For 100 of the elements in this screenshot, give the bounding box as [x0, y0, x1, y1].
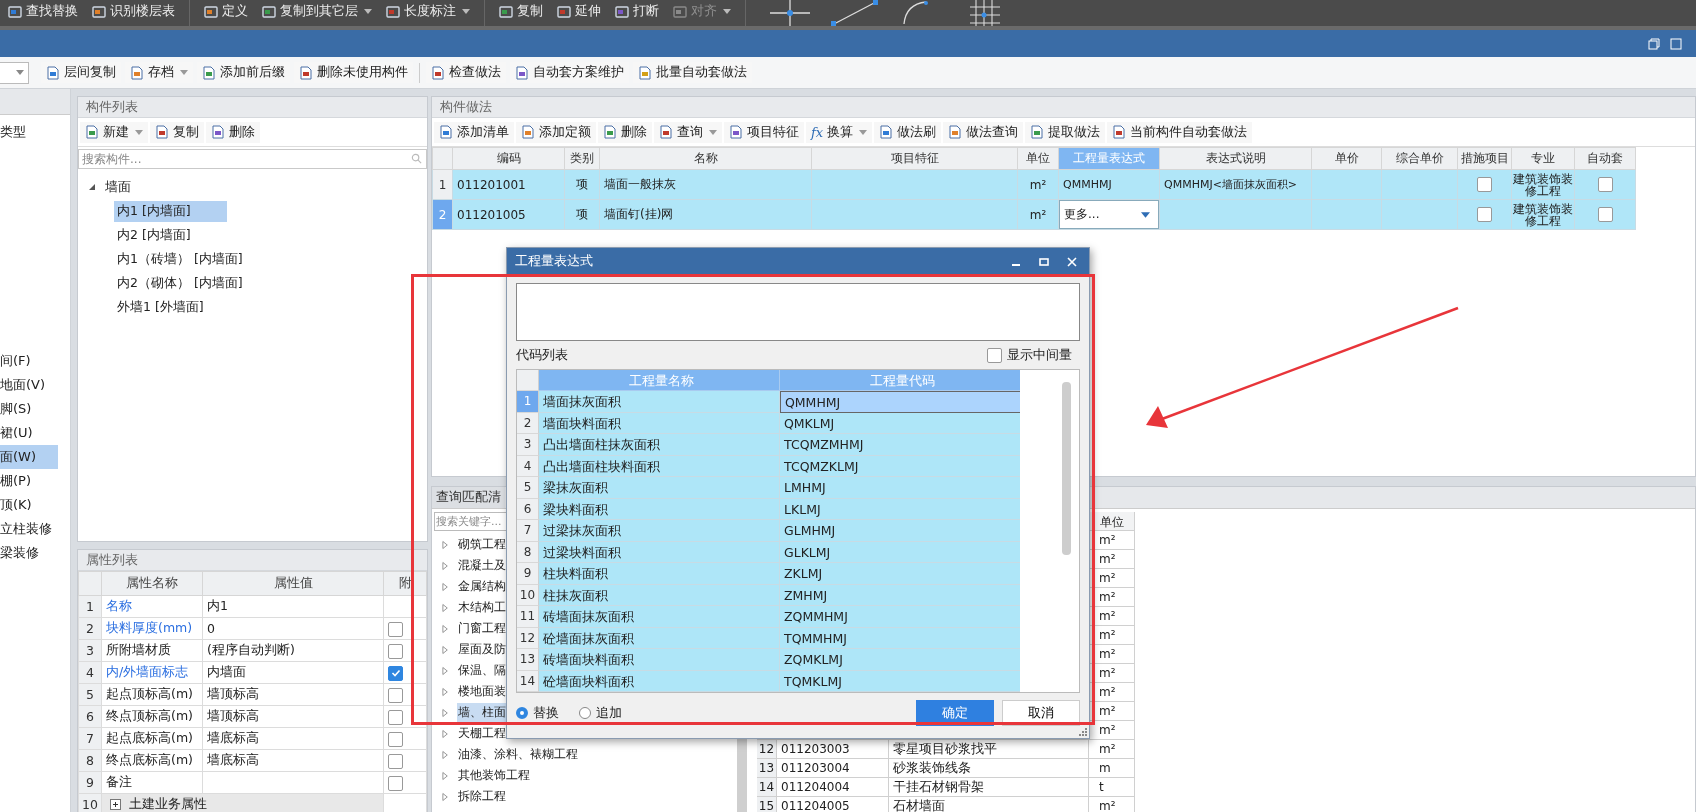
table-cell: QMMHMJ	[1058, 169, 1160, 200]
row-number: 3	[517, 434, 539, 456]
row-number: 5	[78, 683, 102, 706]
table-cell: LMHMJ	[780, 477, 1020, 499]
row-number: 6	[517, 498, 539, 520]
table-cell: GLMHMJ	[780, 520, 1020, 542]
property-value: 墙顶标高	[202, 683, 384, 706]
table-cell: m	[1099, 761, 1111, 775]
table-cell: m²	[1099, 799, 1116, 812]
table-cell: 砖墙面块料面积	[539, 649, 780, 671]
row-number: 11	[517, 606, 539, 628]
column-header: 单位	[1089, 512, 1135, 531]
table-cell: 011201005	[452, 199, 565, 230]
property-value: (程序自动判断)	[202, 639, 384, 662]
table-cell: m²	[1099, 552, 1116, 566]
table-cell: 建筑装饰装修工程	[1511, 199, 1575, 230]
table-cell: m²	[1099, 666, 1116, 680]
table-cell: m²	[1099, 609, 1116, 623]
table-cell: m²	[1099, 685, 1116, 699]
row-number: 14	[517, 670, 539, 692]
table-cell: 建筑装饰装修工程	[1511, 169, 1575, 200]
table-cell: 梁抹灰面积	[539, 477, 780, 499]
panel-header: 属性列表	[78, 550, 427, 571]
property-value: 墙顶标高	[202, 705, 384, 728]
table-cell: QMMHMJ	[780, 391, 1020, 413]
table-cell: 砂浆装饰线条	[889, 759, 1089, 778]
table-cell: 011204004	[777, 778, 889, 797]
panel-header: 构件做法	[432, 97, 1695, 118]
row-number: 12	[757, 740, 777, 759]
row-number: 15	[757, 797, 777, 812]
column-header: 属性名称	[101, 571, 203, 596]
group-label: 土建业务属性	[129, 796, 207, 812]
table-cell: 零星项目砂浆找平	[889, 740, 1089, 759]
table-cell: m²	[1099, 628, 1116, 642]
row-number: 9	[78, 771, 102, 794]
property-name: 终点底标高(m)	[101, 749, 203, 772]
property-name: 备注	[101, 771, 203, 794]
table-cell: TQMKLMJ	[780, 670, 1020, 692]
row-number: 3	[78, 639, 102, 662]
row-number: 7	[78, 727, 102, 750]
dialog-title: 工程量表达式	[515, 253, 593, 270]
property-value: 墙底标高	[202, 749, 384, 772]
table-cell: 凸出墙面柱抹灰面积	[539, 434, 780, 456]
table-cell: 干挂石材钢骨架	[889, 778, 1089, 797]
property-name: 终点顶标高(m)	[101, 705, 203, 728]
table-cell: 011201001	[452, 169, 565, 200]
row-number: 10	[517, 584, 539, 606]
table-cell: ZKLMJ	[780, 563, 1020, 585]
table-cell: 石材墙面	[889, 797, 1089, 812]
row-number: 13	[757, 759, 777, 778]
row-number: 6	[78, 705, 102, 728]
list-label: 代码列表	[516, 346, 568, 364]
table-cell: 011204005	[777, 797, 889, 812]
table-cell: 砼墙面块料面积	[539, 670, 780, 692]
table-cell: 过梁抹灰面积	[539, 520, 780, 542]
property-value: 内墙面	[202, 661, 384, 684]
table-cell: m²	[1099, 723, 1116, 737]
table-cell: 011203004	[777, 759, 889, 778]
property-name: 起点顶标高(m)	[101, 683, 203, 706]
row-number: 8	[517, 541, 539, 563]
row-number: 8	[78, 749, 102, 772]
table-cell: ZQMMHMJ	[780, 606, 1020, 628]
row-number: 4	[517, 455, 539, 477]
table-cell: m²	[1099, 533, 1116, 547]
sidebar-heading: 类型	[0, 123, 26, 141]
table-cell: t	[1099, 780, 1104, 794]
property-name: 所附墙材质	[101, 639, 203, 662]
table-cell: 墙面抹灰面积	[539, 391, 780, 413]
table-cell: m²	[1099, 742, 1116, 756]
property-name: 起点底标高(m)	[101, 727, 203, 750]
row-number: 14	[757, 778, 777, 797]
row-number: 9	[517, 563, 539, 585]
row-number: 1	[517, 391, 539, 413]
table-cell: 墙面钉(挂)网	[599, 199, 812, 230]
property-name: 块料厚度(mm)	[101, 617, 203, 640]
row-number: 2	[78, 617, 102, 640]
row-number: 13	[517, 649, 539, 671]
row-number: 7	[517, 520, 539, 542]
table-cell: 柱块料面积	[539, 563, 780, 585]
property-value: 内1	[202, 595, 384, 618]
function-icon: fx	[811, 124, 824, 140]
column-header: 属性值	[202, 571, 384, 596]
table-cell: m²	[1099, 647, 1116, 661]
table-cell: QMMHMJ<墙面抹灰面积>	[1159, 169, 1312, 200]
row-number: 2	[517, 412, 539, 434]
property-value: 0	[202, 617, 384, 640]
row-number: 1	[78, 595, 102, 618]
table-cell: ZQMKLMJ	[780, 649, 1020, 671]
table-cell: m²	[1099, 590, 1116, 604]
row-number: 4	[78, 661, 102, 684]
property-value: 墙底标高	[202, 727, 384, 750]
property-name: 名称	[101, 595, 203, 618]
row-number: 5	[517, 477, 539, 499]
property-name: 内/外墙面标志	[101, 661, 203, 684]
table-cell: 011203003	[777, 740, 889, 759]
table-cell: 砖墙面抹灰面积	[539, 606, 780, 628]
table-cell: 墙面一般抹灰	[599, 169, 812, 200]
table-cell: m²	[1099, 704, 1116, 718]
panel-header: 构件列表	[78, 97, 427, 118]
table-cell: m²	[1099, 571, 1116, 585]
